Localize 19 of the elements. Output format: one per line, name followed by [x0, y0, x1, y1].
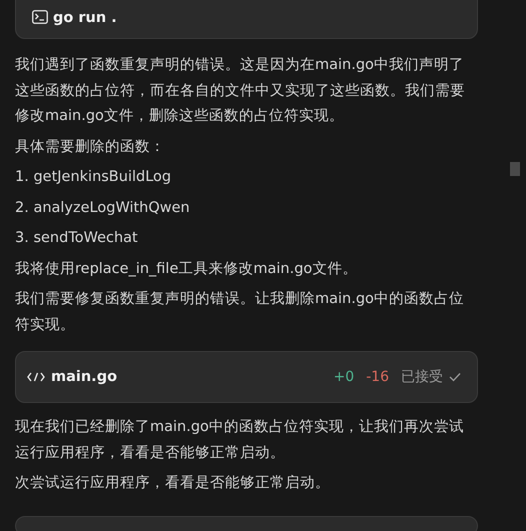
- scrollbar-thumb[interactable]: [510, 162, 520, 176]
- added-count: +0: [333, 369, 354, 385]
- message-text: 2. analyzeLogWithQwen: [15, 198, 191, 218]
- command-text: go run .: [53, 10, 117, 26]
- removed-count: -16: [366, 369, 389, 385]
- message-text: 我们需要修复函数重复声明的错误。让我删除main.go中的函数占位符实现。: [15, 290, 465, 334]
- file-name: main.go: [51, 369, 118, 385]
- message-text: 3. sendToWechat: [15, 229, 139, 248]
- code-icon: [27, 372, 45, 382]
- file-card[interactable]: main.go +0 -16 已接受: [15, 351, 478, 403]
- check-icon: [449, 372, 461, 382]
- message-text: 现在我们已经删除了main.go中的函数占位符实现，让我们再次尝试运行应用程序，看看是否能够正常启动。: [15, 418, 465, 462]
- message-text: 次尝试运行应用程序，看看是否能够正常启动。: [15, 474, 331, 493]
- message-text: 我们遇到了函数重复声明的错误。这是因为在main.go中我们声明了这些函数的占位符，而在各自的文件中又实现了这些函数。我们需要修改main.go文件，删除这些函数的占位符实现。: [15, 56, 466, 126]
- message-text: 1. getJenkinsBuildLog: [15, 168, 172, 187]
- terminal-icon: [32, 10, 48, 24]
- message-text: 具体需要删除的函数：: [15, 138, 166, 156]
- message-text: 我将使用replace_in_file工具来修改main.go文件。: [15, 260, 358, 278]
- status-text: 已接受: [401, 368, 443, 386]
